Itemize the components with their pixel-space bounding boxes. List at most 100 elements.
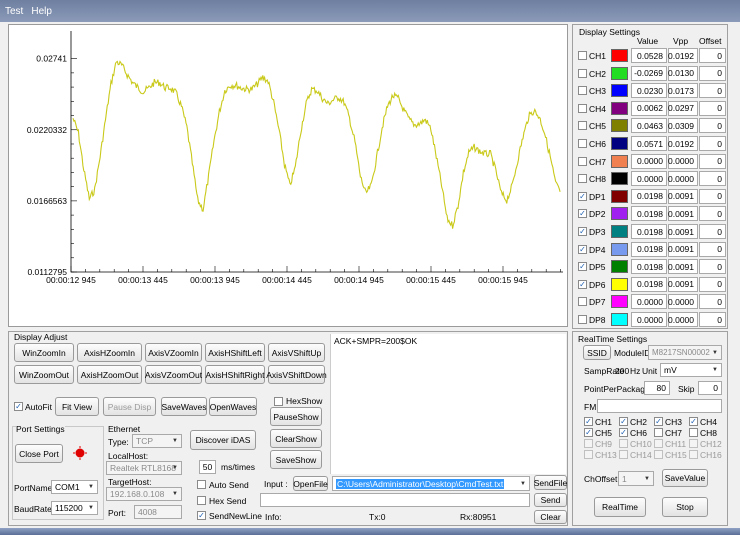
rt-ch11-checkbox[interactable] — [654, 439, 663, 448]
channel-color-swatch[interactable] — [611, 137, 628, 150]
choffset-select[interactable]: 1 — [618, 471, 654, 486]
axishzoomin-button[interactable]: AxisHZoomIn — [77, 343, 142, 362]
localhost-select[interactable]: Realtek RTL8168 — [106, 461, 182, 475]
channel-offset-field[interactable]: 0 — [699, 136, 726, 151]
channel-checkbox[interactable] — [578, 156, 587, 166]
channel-checkbox[interactable] — [578, 174, 587, 184]
channel-checkbox[interactable]: ✓ — [578, 279, 587, 289]
save-value-button[interactable]: SaveValue — [662, 469, 708, 487]
channel-color-swatch[interactable] — [611, 154, 628, 168]
channel-color-swatch[interactable] — [611, 295, 628, 309]
winzoomout-button[interactable]: WinZoomOut — [14, 365, 74, 384]
menu-test[interactable]: Test — [0, 0, 26, 17]
save-show-button[interactable]: SaveShow — [270, 450, 322, 469]
discover-idas-button[interactable]: Discover iDAS — [190, 430, 256, 450]
channel-offset-field[interactable]: 0 — [699, 48, 726, 63]
close-port-button[interactable]: Close Port — [15, 444, 63, 463]
channel-offset-field[interactable]: 0 — [699, 241, 726, 257]
pause-show-button[interactable]: PauseShow — [270, 407, 322, 426]
send-file-button[interactable]: SendFile — [534, 475, 567, 490]
channel-color-swatch[interactable] — [611, 313, 628, 326]
channel-color-swatch[interactable] — [611, 172, 628, 186]
channel-color-swatch[interactable] — [611, 84, 628, 98]
channel-offset-field[interactable]: 0 — [699, 259, 726, 275]
channel-color-swatch[interactable] — [611, 49, 628, 62]
port-name-select[interactable]: COM1 — [51, 480, 98, 494]
channel-color-swatch[interactable] — [611, 66, 628, 80]
fm-field[interactable] — [597, 399, 722, 413]
axisvzoomout-button[interactable]: AxisVZoomOut — [145, 365, 202, 384]
channel-color-swatch[interactable] — [611, 189, 628, 203]
channel-checkbox[interactable] — [578, 139, 587, 148]
channel-checkbox[interactable]: ✓ — [578, 227, 587, 236]
auto-send-checkbox[interactable] — [197, 480, 206, 489]
channel-checkbox[interactable] — [578, 103, 587, 113]
rt-ch14-checkbox[interactable] — [619, 450, 628, 459]
send-button[interactable]: Send — [534, 493, 567, 507]
channel-checkbox[interactable] — [578, 68, 587, 78]
channel-color-swatch[interactable] — [611, 225, 628, 238]
autofit-checkbox[interactable]: ✓ — [14, 402, 23, 411]
axisvzoomin-button[interactable]: AxisVZoomIn — [145, 343, 202, 362]
rt-ch1-checkbox[interactable]: ✓ — [584, 417, 593, 426]
channel-offset-field[interactable]: 0 — [699, 83, 726, 99]
channel-offset-field[interactable]: 0 — [699, 153, 726, 169]
rt-ch16-checkbox[interactable] — [689, 450, 698, 459]
pause-disp-button[interactable]: Pause Disp — [103, 397, 156, 416]
channel-color-swatch[interactable] — [611, 207, 628, 221]
send-newline-checkbox[interactable]: ✓ — [197, 511, 206, 520]
channel-offset-field[interactable]: 0 — [699, 188, 726, 204]
hexshow-checkbox[interactable] — [274, 397, 283, 406]
rt-ch12-checkbox[interactable] — [689, 439, 698, 448]
ssid-button[interactable]: SSID — [583, 345, 611, 360]
channel-checkbox[interactable]: ✓ — [578, 244, 587, 254]
module-id-select[interactable]: M8217SN00002 — [648, 345, 722, 360]
ethernet-port-field[interactable]: 4008 — [134, 505, 182, 519]
channel-checkbox[interactable]: ✓ — [578, 262, 587, 272]
channel-color-swatch[interactable] — [611, 101, 628, 115]
axishshiftleft-button[interactable]: AxisHShiftLeft — [205, 343, 265, 362]
rt-ch6-checkbox[interactable]: ✓ — [619, 428, 628, 437]
channel-offset-field[interactable]: 0 — [699, 171, 726, 187]
ethernet-type-select[interactable]: TCP — [132, 434, 182, 448]
rt-ch4-checkbox[interactable]: ✓ — [689, 417, 698, 426]
channel-color-swatch[interactable] — [611, 277, 628, 291]
channel-checkbox[interactable] — [578, 121, 587, 131]
waveform-plot[interactable]: 0.02741 0.0220332 0.0166563 0.0112795 00:00:… — [8, 24, 568, 327]
rt-ch7-checkbox[interactable] — [654, 428, 663, 437]
channel-offset-field[interactable]: 0 — [699, 118, 726, 134]
channel-checkbox[interactable] — [578, 86, 587, 96]
baud-rate-select[interactable]: 115200 — [51, 501, 98, 515]
save-waves-button[interactable]: SaveWaves — [161, 397, 207, 416]
channel-color-swatch[interactable] — [611, 260, 628, 274]
axisvshiftup-button[interactable]: AxisVShiftUp — [268, 343, 325, 362]
file-path-select[interactable]: C:\Users\Administrator\Desktop\CmdTest.t… — [332, 476, 530, 491]
channel-offset-field[interactable]: 0 — [699, 312, 726, 327]
rt-ch5-checkbox[interactable]: ✓ — [584, 428, 593, 437]
fit-view-button[interactable]: Fit View — [55, 397, 99, 416]
rt-ch2-checkbox[interactable]: ✓ — [619, 417, 628, 426]
rt-ch15-checkbox[interactable] — [654, 450, 663, 459]
menu-help[interactable]: Help — [26, 0, 55, 17]
channel-offset-field[interactable]: 0 — [699, 294, 726, 310]
channel-checkbox[interactable] — [578, 51, 587, 60]
channel-offset-field[interactable]: 0 — [699, 276, 726, 292]
hex-send-checkbox[interactable] — [197, 496, 206, 505]
skip-field[interactable]: 0 — [698, 381, 722, 395]
channel-color-swatch[interactable] — [611, 119, 628, 133]
stop-button[interactable]: Stop — [662, 497, 708, 517]
open-waves-button[interactable]: OpenWaves — [209, 397, 257, 416]
send-interval-field[interactable]: 50 — [199, 460, 216, 474]
open-file-button[interactable]: OpenFile — [293, 476, 328, 491]
channel-offset-field[interactable]: 0 — [699, 65, 726, 81]
channel-offset-field[interactable]: 0 — [699, 206, 726, 222]
rt-ch8-checkbox[interactable] — [689, 428, 698, 437]
axishzoomout-button[interactable]: AxisHZoomOut — [77, 365, 142, 384]
rt-ch9-checkbox[interactable] — [584, 439, 593, 448]
receive-text-area[interactable]: ACK+SMPR=200$OK — [330, 334, 566, 474]
send-input-field[interactable] — [260, 493, 530, 507]
channel-color-swatch[interactable] — [611, 242, 628, 256]
axisvshiftdown-button[interactable]: AxisVShiftDown — [266, 365, 327, 384]
channel-checkbox[interactable] — [578, 315, 587, 324]
clear-show-button[interactable]: ClearShow — [270, 429, 322, 448]
